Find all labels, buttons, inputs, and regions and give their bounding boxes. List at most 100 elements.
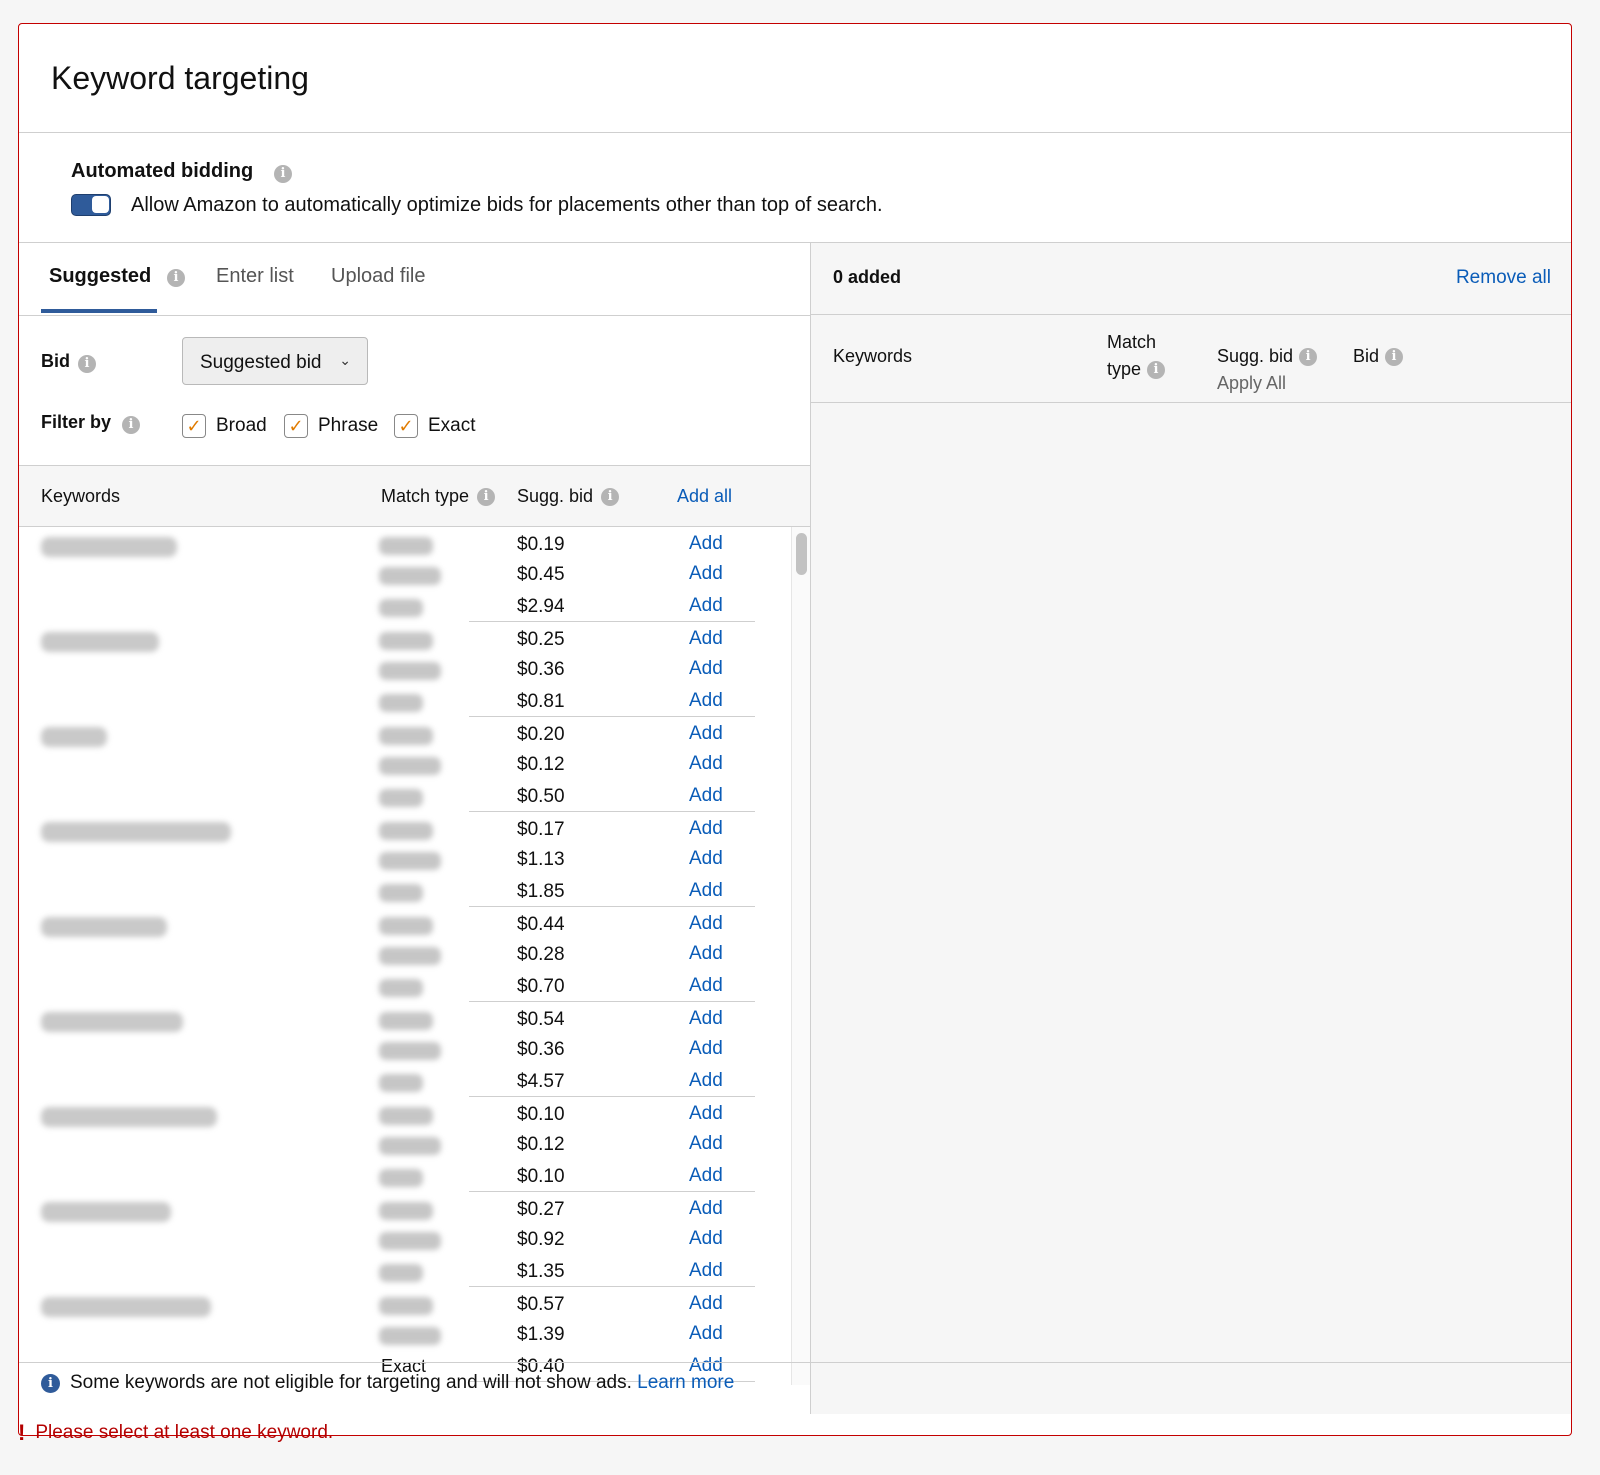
scrollbar-thumb[interactable] bbox=[796, 533, 807, 575]
add-keyword-button[interactable]: Add bbox=[689, 595, 723, 617]
suggested-bid-value: $0.50 bbox=[517, 786, 565, 807]
add-keyword-button[interactable]: Add bbox=[689, 1293, 723, 1315]
info-icon[interactable]: i bbox=[78, 355, 96, 373]
automated-bidding-toggle[interactable] bbox=[71, 194, 111, 216]
match-type-redacted bbox=[379, 979, 423, 997]
filter-phrase-checkbox[interactable]: ✓ Phrase bbox=[284, 414, 378, 438]
tab-upload-file[interactable]: Upload file bbox=[331, 265, 426, 288]
info-icon[interactable]: i bbox=[1299, 348, 1318, 367]
info-icon[interactable]: i bbox=[122, 416, 140, 434]
info-icon: i bbox=[41, 1373, 60, 1393]
column-header-bid: Bid i bbox=[1353, 343, 1404, 370]
match-type-redacted bbox=[379, 1232, 441, 1250]
match-type-redacted bbox=[379, 1169, 423, 1187]
suggested-bid-value: $0.28 bbox=[517, 944, 565, 965]
suggested-bid-value: $1.85 bbox=[517, 881, 565, 902]
table-row: $0.28 Add bbox=[19, 940, 791, 970]
add-keyword-button[interactable]: Add bbox=[689, 658, 723, 680]
info-icon[interactable]: i bbox=[477, 488, 496, 507]
match-type-redacted bbox=[379, 1297, 433, 1315]
tab-suggested[interactable]: Suggested bbox=[49, 265, 151, 288]
suggested-bid-value: $0.44 bbox=[517, 914, 565, 935]
tab-enter-list[interactable]: Enter list bbox=[216, 265, 294, 288]
keyword-group: $0.25 Add $0.36 Add $0.81 Add bbox=[19, 622, 791, 717]
suggested-bid-value: $1.35 bbox=[517, 1261, 565, 1282]
add-all-button[interactable]: Add all bbox=[677, 486, 732, 507]
tab-bar: Suggested i Enter list Upload file bbox=[19, 243, 810, 316]
divider bbox=[19, 1362, 1571, 1363]
match-type-redacted bbox=[379, 537, 433, 555]
suggested-bid-value: $0.10 bbox=[517, 1104, 565, 1125]
add-keyword-button[interactable]: Add bbox=[689, 753, 723, 775]
column-header-label: Sugg. bid bbox=[517, 486, 594, 506]
add-keyword-button[interactable]: Add bbox=[689, 1228, 723, 1250]
keyword-group: $0.54 Add $0.36 Add $4.57 Add bbox=[19, 1002, 791, 1097]
add-keyword-button[interactable]: Add bbox=[689, 1103, 723, 1125]
table-header: Keywords Match type i Sugg. bid i Add all bbox=[19, 465, 810, 527]
add-keyword-button[interactable]: Add bbox=[689, 723, 723, 745]
apply-all-button[interactable]: Apply All bbox=[1217, 370, 1317, 397]
add-keyword-button[interactable]: Add bbox=[689, 1038, 723, 1060]
match-type-redacted bbox=[379, 1202, 433, 1220]
checkbox-label: Phrase bbox=[318, 415, 379, 436]
table-row: $0.44 Add bbox=[19, 910, 791, 940]
table-row: $0.57 Add bbox=[19, 1290, 791, 1320]
suggested-bid-value: $1.39 bbox=[517, 1324, 565, 1345]
add-keyword-button[interactable]: Add bbox=[689, 975, 723, 997]
table-row: $0.50 Add bbox=[19, 782, 791, 812]
bid-dropdown-value: Suggested bid bbox=[200, 352, 322, 373]
add-keyword-button[interactable]: Add bbox=[689, 1323, 723, 1345]
suggested-bid-value: $0.12 bbox=[517, 754, 565, 775]
column-header-label-wrap: Sugg. bid i bbox=[1217, 343, 1318, 370]
add-keyword-button[interactable]: Add bbox=[689, 1070, 723, 1092]
suggested-bid-value: $4.57 bbox=[517, 1071, 565, 1092]
match-type-redacted bbox=[379, 727, 433, 745]
info-icon[interactable]: i bbox=[167, 269, 185, 287]
add-keyword-button[interactable]: Add bbox=[689, 1008, 723, 1030]
column-header-match-type: Match type i bbox=[381, 486, 496, 507]
keyword-group: $0.17 Add $1.13 Add $1.85 Add bbox=[19, 812, 791, 907]
scrollbar[interactable] bbox=[791, 527, 810, 1385]
filter-exact-checkbox[interactable]: ✓ Exact bbox=[394, 414, 476, 438]
add-keyword-button[interactable]: Add bbox=[689, 848, 723, 870]
add-keyword-button[interactable]: Add bbox=[689, 943, 723, 965]
add-keyword-button[interactable]: Add bbox=[689, 785, 723, 807]
learn-more-link[interactable]: Learn more bbox=[637, 1372, 734, 1394]
keyword-targeting-card: Keyword targeting Automated bidding i Al… bbox=[18, 23, 1572, 1436]
filter-broad-checkbox[interactable]: ✓ Broad bbox=[182, 414, 267, 438]
keyword-list[interactable]: $0.19 Add $0.45 Add $2.94 Add $0.25 Add $0.36 Add… bbox=[19, 527, 791, 1385]
suggested-bid-value: $0.70 bbox=[517, 976, 565, 997]
suggested-bid-value: $2.94 bbox=[517, 596, 565, 617]
info-icon[interactable]: i bbox=[1385, 348, 1404, 367]
info-icon[interactable]: i bbox=[601, 488, 620, 507]
suggested-bid-value: $0.20 bbox=[517, 724, 565, 745]
add-keyword-button[interactable]: Add bbox=[689, 563, 723, 585]
bid-label: Bid bbox=[41, 351, 70, 371]
added-table-header: Keywords Match type i Sugg. bid i Apply Al… bbox=[811, 315, 1571, 403]
info-icon[interactable]: i bbox=[274, 165, 292, 183]
add-keyword-button[interactable]: Add bbox=[689, 628, 723, 650]
remove-all-button[interactable]: Remove all bbox=[1456, 267, 1551, 289]
add-keyword-button[interactable]: Add bbox=[689, 818, 723, 840]
keyword-group: $0.57 Add $1.39 Add Exact $0.40 Add bbox=[19, 1287, 791, 1382]
suggested-bid-value: $0.25 bbox=[517, 629, 565, 650]
add-keyword-button[interactable]: Add bbox=[689, 913, 723, 935]
keyword-group: $0.20 Add $0.12 Add $0.50 Add bbox=[19, 717, 791, 812]
add-keyword-button[interactable]: Add bbox=[689, 1133, 723, 1155]
table-row: $0.25 Add bbox=[19, 625, 791, 655]
filter-label: Filter by bbox=[41, 412, 112, 432]
match-type-redacted bbox=[379, 757, 441, 775]
add-keyword-button[interactable]: Add bbox=[689, 690, 723, 712]
add-keyword-button[interactable]: Add bbox=[689, 1198, 723, 1220]
add-keyword-button[interactable]: Add bbox=[689, 880, 723, 902]
add-keyword-button[interactable]: Add bbox=[689, 1260, 723, 1282]
info-icon[interactable]: i bbox=[1147, 361, 1166, 380]
add-keyword-button[interactable]: Add bbox=[689, 533, 723, 555]
automated-bidding-description: Allow Amazon to automatically optimize b… bbox=[131, 194, 883, 216]
match-type-redacted bbox=[379, 567, 441, 585]
table-row: $0.45 Add bbox=[19, 560, 791, 590]
table-row: $0.27 Add bbox=[19, 1195, 791, 1225]
bid-dropdown[interactable]: Suggested bid ⌄ bbox=[182, 337, 368, 385]
column-header-sugg-bid: Sugg. bid i Apply All bbox=[1217, 343, 1318, 397]
add-keyword-button[interactable]: Add bbox=[689, 1165, 723, 1187]
